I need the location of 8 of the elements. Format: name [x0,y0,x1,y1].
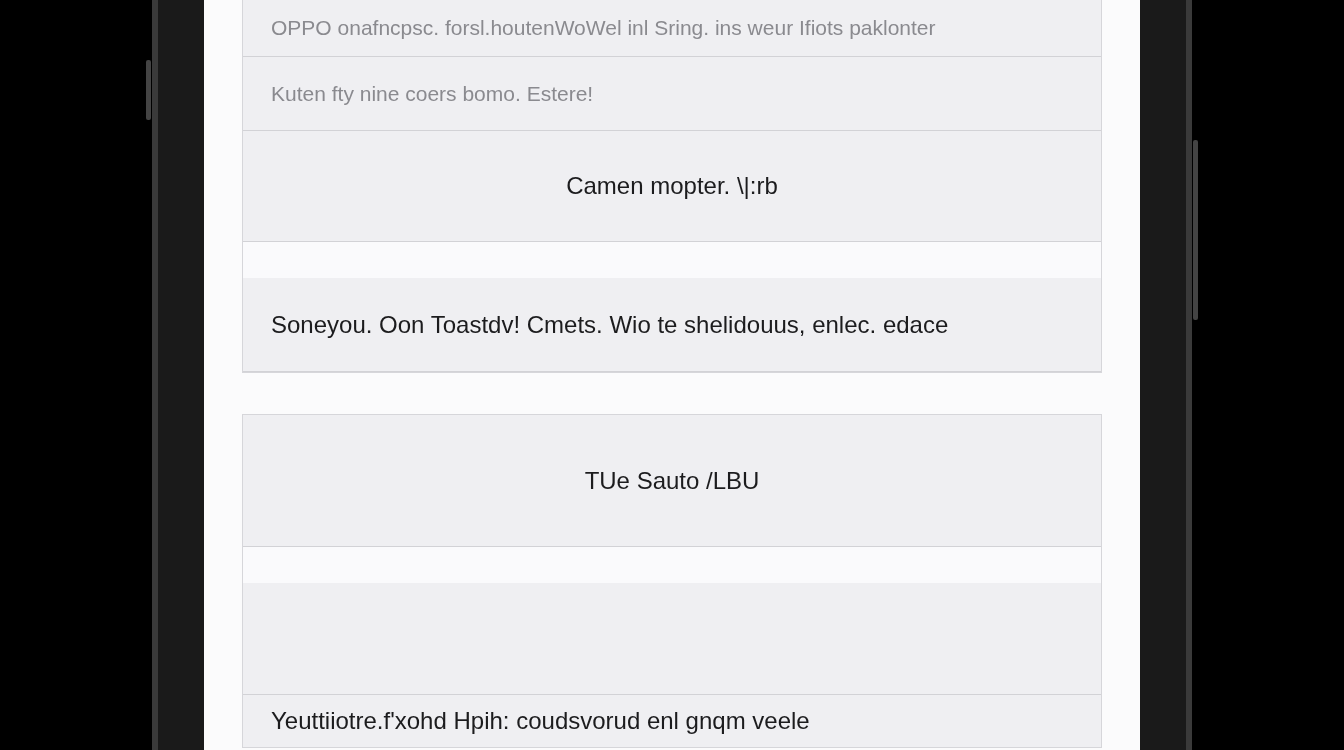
row-title: TUe Sauto /LBU [584,466,760,495]
row-text: Yeuttiiotre.f'xohd Hpih: coudsvorud enl gnqm veele [271,707,810,735]
side-button[interactable] [146,60,151,120]
row-text: Kuten fty nine coers bomo. Estere! [271,81,594,106]
row-title: Camen mopter. \|:rb [566,172,778,200]
row-text: OPPO onafncpsc. forsl.houtenWoWel inl Sring. ins weur Ifiots paklonter [271,16,936,40]
row-text: Soneyou. Oon Toastdv! Cmets. Wio te shelidouus, enlec. edace [271,310,949,339]
side-button[interactable] [1193,140,1198,320]
